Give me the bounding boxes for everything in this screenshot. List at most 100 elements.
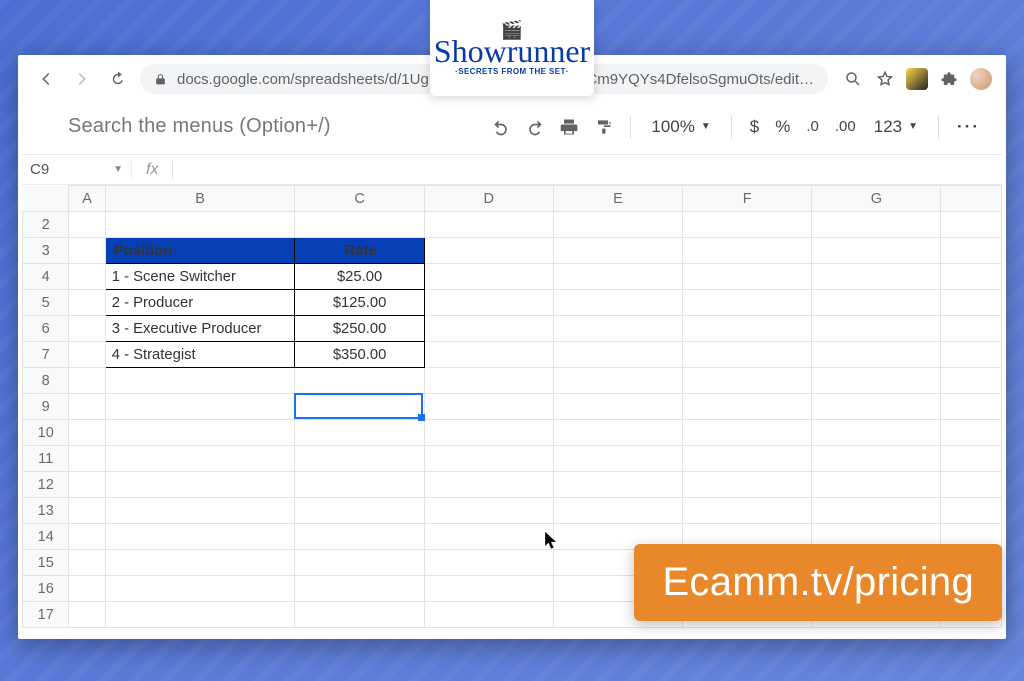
cell[interactable] bbox=[812, 420, 941, 446]
cell[interactable] bbox=[69, 238, 105, 264]
table-cell-position[interactable]: 2 - Producer bbox=[105, 290, 295, 316]
cell[interactable] bbox=[295, 550, 424, 576]
increase-decimal-button[interactable]: .00 bbox=[829, 118, 862, 135]
cell[interactable] bbox=[812, 394, 941, 420]
cell[interactable] bbox=[553, 264, 682, 290]
table-cell-rate[interactable]: $25.00 bbox=[295, 264, 424, 290]
cell[interactable] bbox=[941, 212, 1002, 238]
cell[interactable] bbox=[69, 524, 105, 550]
name-box[interactable]: C9 ▼ bbox=[22, 161, 132, 178]
row-header[interactable]: 13 bbox=[23, 498, 69, 524]
row-header[interactable]: 15 bbox=[23, 550, 69, 576]
cell[interactable] bbox=[295, 394, 424, 420]
paint-format-button[interactable] bbox=[588, 112, 618, 142]
cell[interactable] bbox=[295, 446, 424, 472]
cell[interactable] bbox=[105, 576, 295, 602]
cell[interactable] bbox=[424, 342, 553, 368]
cell[interactable] bbox=[69, 602, 105, 628]
cell[interactable] bbox=[424, 394, 553, 420]
format-percent-button[interactable]: % bbox=[769, 117, 796, 137]
cell[interactable] bbox=[683, 498, 812, 524]
back-button[interactable] bbox=[32, 65, 60, 93]
cell[interactable] bbox=[941, 316, 1002, 342]
column-header[interactable]: B bbox=[105, 186, 295, 212]
cell[interactable] bbox=[941, 498, 1002, 524]
table-header-rate[interactable]: Rate bbox=[295, 238, 424, 264]
cell[interactable] bbox=[69, 290, 105, 316]
table-cell-rate[interactable]: $250.00 bbox=[295, 316, 424, 342]
cell[interactable] bbox=[553, 238, 682, 264]
bookmark-star-icon[interactable] bbox=[874, 68, 896, 90]
cell[interactable] bbox=[295, 498, 424, 524]
row-header[interactable]: 5 bbox=[23, 290, 69, 316]
cell[interactable] bbox=[683, 290, 812, 316]
format-currency-button[interactable]: $ bbox=[744, 117, 765, 137]
cell[interactable] bbox=[683, 446, 812, 472]
cell[interactable] bbox=[553, 290, 682, 316]
profile-avatar[interactable] bbox=[970, 68, 992, 90]
cell[interactable] bbox=[553, 472, 682, 498]
cell[interactable] bbox=[941, 472, 1002, 498]
cell[interactable] bbox=[553, 316, 682, 342]
zoom-indicator-icon[interactable] bbox=[842, 68, 864, 90]
cell[interactable] bbox=[812, 264, 941, 290]
cell[interactable] bbox=[941, 446, 1002, 472]
menu-search[interactable]: Search the menus (Option+/) bbox=[60, 115, 420, 138]
cell[interactable] bbox=[69, 368, 105, 394]
row-header[interactable]: 17 bbox=[23, 602, 69, 628]
extensions-puzzle-icon[interactable] bbox=[938, 68, 960, 90]
cell[interactable] bbox=[295, 602, 424, 628]
cell[interactable] bbox=[683, 264, 812, 290]
cell[interactable] bbox=[424, 602, 553, 628]
cell[interactable] bbox=[553, 446, 682, 472]
cell[interactable] bbox=[683, 212, 812, 238]
cell[interactable] bbox=[812, 446, 941, 472]
cell[interactable] bbox=[69, 212, 105, 238]
cell[interactable] bbox=[69, 472, 105, 498]
cell[interactable] bbox=[553, 420, 682, 446]
cell[interactable] bbox=[812, 238, 941, 264]
row-header[interactable]: 10 bbox=[23, 420, 69, 446]
cell[interactable] bbox=[424, 212, 553, 238]
cell[interactable] bbox=[683, 394, 812, 420]
cell[interactable] bbox=[424, 238, 553, 264]
table-cell-position[interactable]: 4 - Strategist bbox=[105, 342, 295, 368]
cell[interactable] bbox=[105, 472, 295, 498]
extension-badge-icon[interactable] bbox=[906, 68, 928, 90]
cell[interactable] bbox=[69, 394, 105, 420]
cell[interactable] bbox=[553, 212, 682, 238]
cell[interactable] bbox=[424, 290, 553, 316]
column-header[interactable]: C bbox=[295, 186, 424, 212]
undo-button[interactable] bbox=[486, 112, 516, 142]
cell[interactable] bbox=[553, 498, 682, 524]
row-header[interactable]: 4 bbox=[23, 264, 69, 290]
cell[interactable] bbox=[941, 394, 1002, 420]
cell[interactable] bbox=[69, 576, 105, 602]
cell[interactable] bbox=[553, 368, 682, 394]
cell[interactable] bbox=[941, 238, 1002, 264]
table-cell-position[interactable]: 1 - Scene Switcher bbox=[105, 264, 295, 290]
more-formats-button[interactable]: 123 ▼ bbox=[866, 117, 926, 137]
cell[interactable] bbox=[105, 602, 295, 628]
cell[interactable] bbox=[105, 212, 295, 238]
cell[interactable] bbox=[105, 420, 295, 446]
print-button[interactable] bbox=[554, 112, 584, 142]
cell[interactable] bbox=[941, 264, 1002, 290]
cell[interactable] bbox=[105, 446, 295, 472]
cell[interactable] bbox=[553, 394, 682, 420]
cell[interactable] bbox=[424, 446, 553, 472]
cell[interactable] bbox=[941, 342, 1002, 368]
toolbar-overflow[interactable]: ··· bbox=[951, 117, 986, 137]
select-all-corner[interactable] bbox=[23, 186, 69, 212]
forward-button[interactable] bbox=[68, 65, 96, 93]
column-header[interactable]: A bbox=[69, 186, 105, 212]
column-header[interactable]: G bbox=[812, 186, 941, 212]
cell[interactable] bbox=[812, 290, 941, 316]
cell[interactable] bbox=[69, 498, 105, 524]
zoom-select[interactable]: 100% ▼ bbox=[643, 117, 718, 137]
cell[interactable] bbox=[683, 420, 812, 446]
cell[interactable] bbox=[683, 238, 812, 264]
cell[interactable] bbox=[295, 420, 424, 446]
cell[interactable] bbox=[812, 316, 941, 342]
row-header[interactable]: 3 bbox=[23, 238, 69, 264]
